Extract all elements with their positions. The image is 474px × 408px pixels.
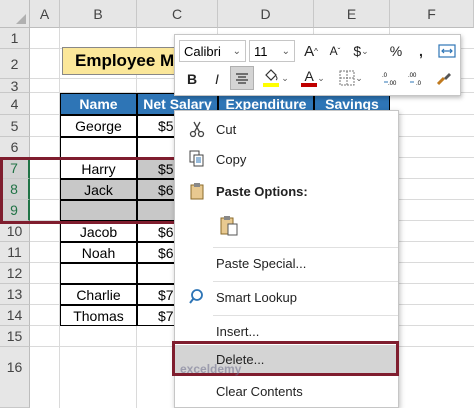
- chevron-down-icon: ⌄: [281, 72, 289, 83]
- comma-style-button[interactable]: ,: [410, 39, 432, 63]
- chevron-down-icon: ⌄: [317, 72, 325, 83]
- menu-item-smart-lookup[interactable]: Smart Lookup: [175, 283, 398, 311]
- font-color-icon: A: [301, 68, 318, 87]
- bold-button[interactable]: B: [181, 67, 203, 91]
- shrink-font-icon: A: [329, 44, 338, 58]
- merge-icon: [438, 44, 456, 58]
- italic-button[interactable]: I: [206, 67, 228, 91]
- svg-text:.00: .00: [388, 81, 397, 86]
- menu-label-paste-special: Paste Special...: [216, 255, 307, 271]
- font-name-value: Calibri: [184, 43, 221, 59]
- paste-option-button[interactable]: [217, 213, 241, 239]
- mini-toolbar: Calibri ⌄ 11 ⌄ A ^ Aˇ $ ⌄ % , B I ⌄ A ⌄ …: [174, 34, 461, 96]
- increase-decimal-icon: .0.00: [382, 73, 397, 86]
- font-color-letter: A: [304, 68, 314, 84]
- menu-item-cut[interactable]: Cut: [175, 115, 398, 143]
- spreadsheet: A B C D E F 1 2 3 4 5 6 7 8 9 10 11 12 1…: [0, 0, 474, 408]
- menu-item-paste-options: Paste Options:: [175, 177, 398, 205]
- menu-label-clear-contents: Clear Contents: [216, 383, 303, 399]
- menu-separator: [213, 315, 398, 316]
- decrease-decimal-icon: .00.0: [408, 73, 422, 86]
- format-painter-button[interactable]: [432, 66, 456, 90]
- fill-color-button[interactable]: ⌄: [258, 66, 292, 90]
- watermark-logo: exceldemy: [180, 362, 242, 376]
- clipboard-icon: [187, 181, 207, 201]
- chevron-down-icon: ⌄: [281, 45, 290, 57]
- chevron-down-icon: ⌄: [355, 72, 363, 83]
- currency-icon: $: [353, 43, 362, 59]
- merge-cells-button[interactable]: [435, 39, 459, 63]
- center-align-icon: [236, 73, 248, 84]
- paintbrush-icon: [436, 73, 451, 86]
- font-size-value: 11: [254, 43, 268, 59]
- font-name-box[interactable]: Calibri ⌄: [179, 40, 246, 62]
- grow-font-icon: A: [304, 42, 315, 60]
- percent-button[interactable]: %: [385, 39, 407, 63]
- chevron-down-icon: ⌄: [361, 45, 369, 56]
- menu-label-smart-lookup: Smart Lookup: [216, 289, 297, 305]
- svg-text:.0: .0: [382, 73, 388, 79]
- caret-down-icon: ˇ: [337, 46, 341, 56]
- menu-separator: [213, 281, 398, 282]
- paint-bucket-icon: [263, 69, 280, 87]
- borders-icon: [339, 70, 355, 86]
- grow-font-button[interactable]: A ^: [300, 39, 322, 63]
- shrink-font-button[interactable]: Aˇ: [324, 39, 346, 63]
- paste-icon: [220, 216, 238, 236]
- menu-label-insert: Insert...: [216, 323, 260, 339]
- increase-decimal-button[interactable]: .00.0: [406, 66, 430, 90]
- menu-item-copy[interactable]: Copy: [175, 145, 398, 173]
- menu-item-paste-special[interactable]: Paste Special...: [175, 249, 398, 277]
- menu-label-cut: Cut: [216, 121, 237, 137]
- smart-lookup-icon: [187, 287, 207, 307]
- menu-label-copy: Copy: [216, 151, 247, 167]
- center-align-button[interactable]: [230, 66, 254, 90]
- copy-icon: [187, 149, 207, 169]
- menu-separator: [213, 247, 398, 248]
- menu-item-clear-contents[interactable]: Clear Contents: [175, 377, 398, 405]
- menu-label-paste-options: Paste Options:: [216, 183, 308, 199]
- font-size-box[interactable]: 11 ⌄: [249, 40, 295, 62]
- chevron-down-icon: ⌄: [232, 45, 241, 57]
- decrease-decimal-button[interactable]: .0.00: [380, 66, 404, 90]
- comma-icon: ,: [419, 43, 423, 59]
- caret-up-icon: ^: [314, 46, 318, 56]
- font-color-button[interactable]: A ⌄: [296, 66, 330, 90]
- scissors-icon: [187, 119, 207, 139]
- svg-text:.0: .0: [416, 81, 422, 86]
- svg-text:.00: .00: [408, 73, 417, 79]
- currency-button[interactable]: $ ⌄: [349, 39, 373, 63]
- borders-button[interactable]: ⌄: [334, 66, 368, 90]
